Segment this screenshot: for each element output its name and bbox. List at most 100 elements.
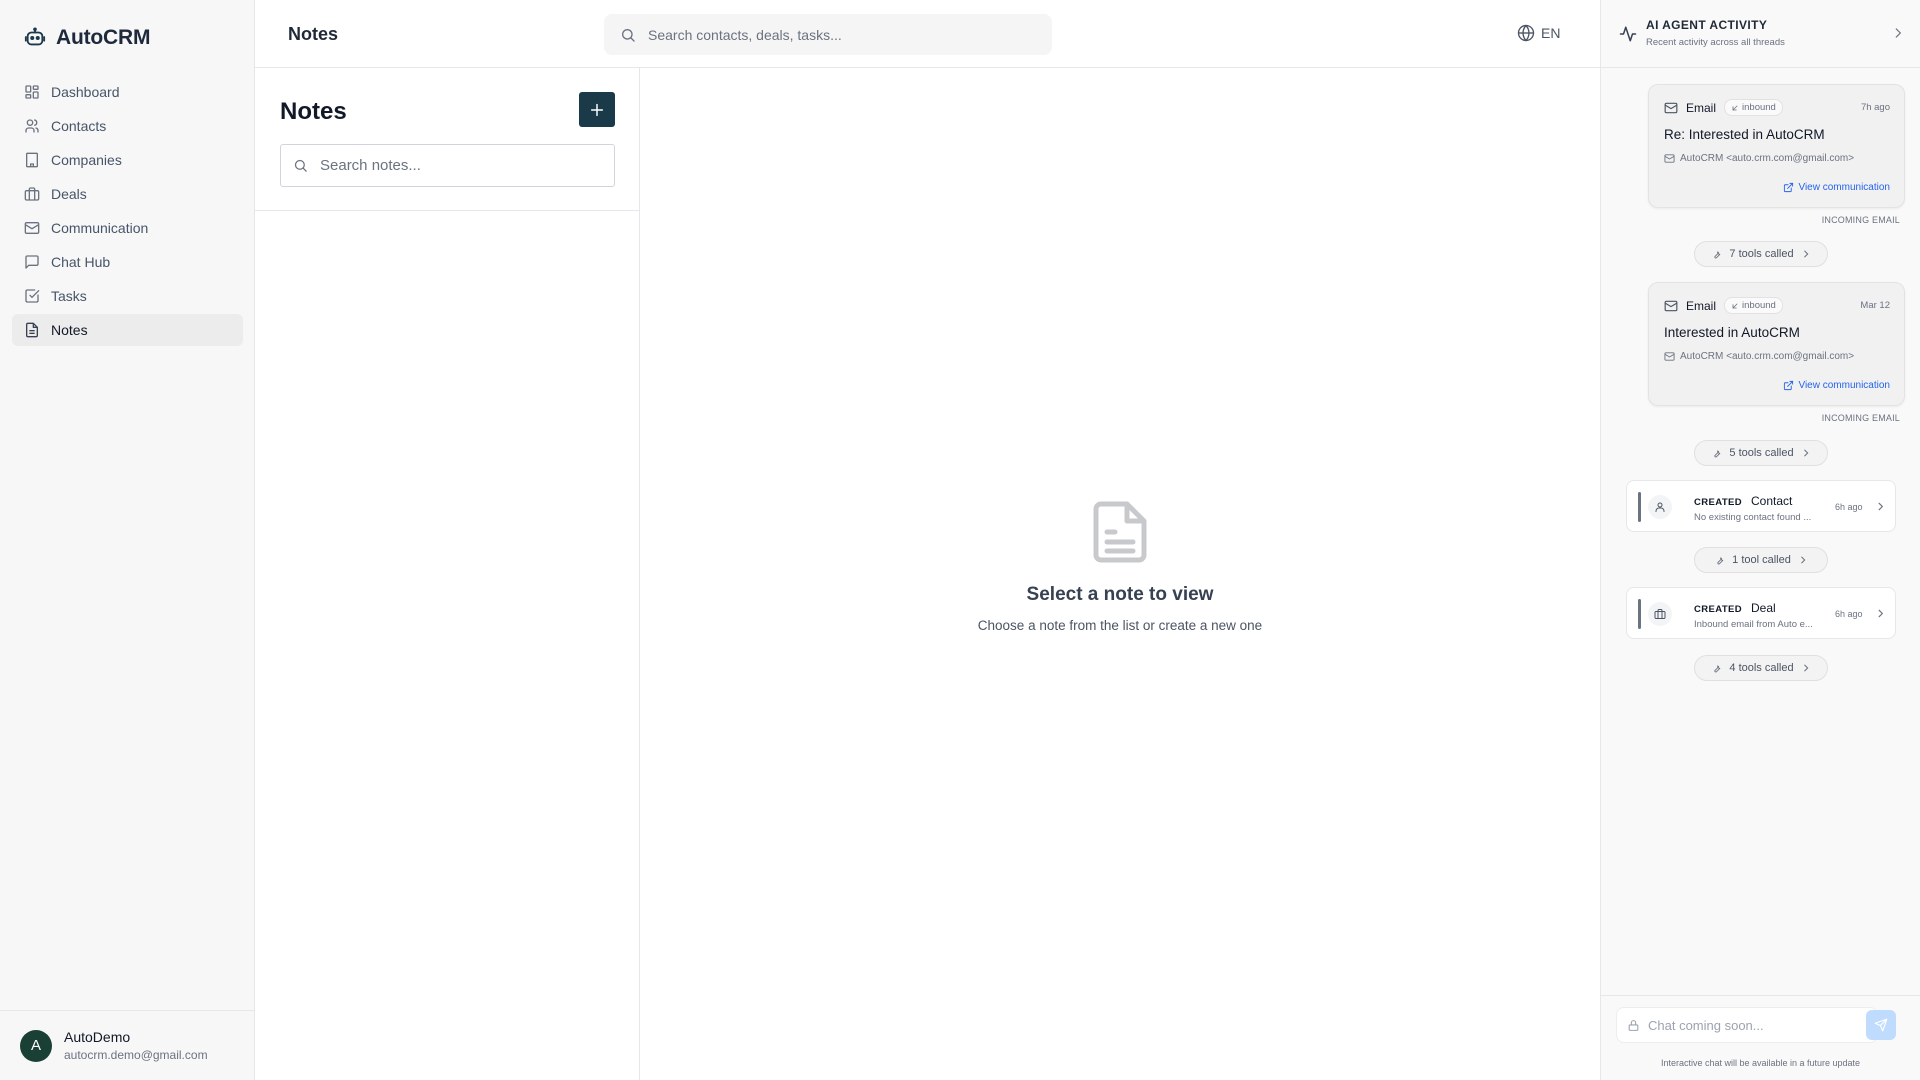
view-communication-label: View communication <box>1798 380 1890 391</box>
wrench-icon <box>1711 448 1722 459</box>
direction-badge: inbound <box>1724 99 1783 116</box>
chevron-right-icon[interactable] <box>1891 26 1905 40</box>
communication-subject: Re: Interested in AutoCRM <box>1664 127 1825 142</box>
send-icon <box>1874 1018 1888 1032</box>
chat-area: Interactive chat will be available in a … <box>1601 995 1920 1080</box>
avatar: A <box>20 1029 52 1062</box>
tools-called-label: 7 tools called <box>1729 248 1794 260</box>
chevron-right-icon <box>1875 608 1886 619</box>
activity-card-contact[interactable]: CREATED Contact No existing contact foun… <box>1626 480 1896 532</box>
global-search[interactable] <box>604 14 1052 55</box>
communication-time: 7h ago <box>1860 102 1890 113</box>
app-name: AutoCRM <box>56 26 151 49</box>
activity-time: 6h ago <box>1835 609 1863 619</box>
wrench-icon <box>1711 663 1722 674</box>
sidebar-item-deals[interactable]: Deals <box>12 178 243 210</box>
tools-called-label: 4 tools called <box>1729 662 1794 674</box>
chat-icon <box>24 254 40 270</box>
view-communication-link[interactable]: View communication <box>1783 380 1890 391</box>
communication-sender: AutoCRM <auto.crm.com@gmail.com> <box>1664 153 1854 164</box>
direction-label: inbound <box>1742 102 1776 113</box>
empty-state-title: Select a note to view <box>1026 584 1214 605</box>
tools-called-pill[interactable]: 4 tools called <box>1694 655 1828 681</box>
mail-icon <box>1664 153 1675 164</box>
sidebar-item-label: Chat Hub <box>51 254 111 270</box>
arrow-down-left-icon <box>1731 104 1739 112</box>
document-icon <box>1091 500 1149 564</box>
empty-state: Select a note to view Choose a note from… <box>640 500 1600 633</box>
view-communication-label: View communication <box>1798 182 1890 193</box>
communication-sender: AutoCRM <auto.crm.com@gmail.com> <box>1664 351 1854 362</box>
briefcase-icon <box>24 186 40 202</box>
sidebar-item-label: Contacts <box>51 118 107 134</box>
user-profile[interactable]: A AutoDemo autocrm.demo@gmail.com <box>0 1010 254 1080</box>
dashboard-icon <box>24 84 40 100</box>
sidebar-item-contacts[interactable]: Contacts <box>12 110 243 142</box>
sidebar-item-label: Dashboard <box>51 84 120 100</box>
incoming-email-label: INCOMING EMAIL <box>1821 413 1900 423</box>
notes-search[interactable] <box>280 144 615 187</box>
language-switcher[interactable]: EN <box>1517 24 1560 42</box>
communication-card[interactable]: Email inbound Mar 12 Interested in AutoC… <box>1648 282 1905 406</box>
communication-type: Email <box>1686 100 1717 115</box>
user-icon <box>1648 495 1672 519</box>
sidebar-item-chat-hub[interactable]: Chat Hub <box>12 246 243 278</box>
sidebar: AutoCRM Dashboard Contacts Companies Dea… <box>0 0 255 1080</box>
notes-search-input[interactable] <box>320 157 600 174</box>
checkbox-icon <box>24 288 40 304</box>
notes-heading: Notes <box>280 98 347 125</box>
chat-input[interactable] <box>1648 1017 1868 1033</box>
empty-state-subtitle: Choose a note from the list or create a … <box>977 618 1263 633</box>
robot-logo-icon <box>24 27 46 49</box>
wrench-icon <box>1711 249 1722 260</box>
incoming-email-label: INCOMING EMAIL <box>1821 215 1900 225</box>
tools-called-label: 1 tool called <box>1732 554 1791 566</box>
activity-entity: Deal <box>1751 601 1776 615</box>
wrench-icon <box>1714 555 1725 566</box>
notes-list-header: Notes <box>255 68 639 211</box>
communication-time: Mar 12 <box>1860 300 1890 311</box>
note-viewer: Select a note to view Choose a note from… <box>640 68 1600 1080</box>
tools-called-pill[interactable]: 7 tools called <box>1694 241 1828 267</box>
sidebar-item-dashboard[interactable]: Dashboard <box>12 76 243 108</box>
globe-icon <box>1517 24 1535 42</box>
tools-called-pill[interactable]: 5 tools called <box>1694 440 1828 466</box>
sidebar-item-notes[interactable]: Notes <box>12 314 243 346</box>
sidebar-item-label: Companies <box>51 152 122 168</box>
tools-called-label: 5 tools called <box>1729 447 1794 459</box>
direction-badge: inbound <box>1724 297 1783 314</box>
view-communication-link[interactable]: View communication <box>1783 182 1890 193</box>
activity-verb: CREATED <box>1694 604 1743 615</box>
language-label: EN <box>1541 25 1561 41</box>
sidebar-item-communication[interactable]: Communication <box>12 212 243 244</box>
briefcase-icon <box>1648 602 1672 626</box>
chat-availability-note: Interactive chat will be available in a … <box>1660 1058 1861 1068</box>
brand[interactable]: AutoCRM <box>24 26 150 50</box>
chat-input-box[interactable] <box>1616 1007 1878 1043</box>
sidebar-item-label: Tasks <box>51 288 87 304</box>
mail-icon <box>24 220 40 236</box>
sidebar-item-label: Communication <box>51 220 149 236</box>
ai-panel-subtitle: Recent activity across all threads <box>1646 37 1785 48</box>
send-button[interactable] <box>1866 1010 1896 1040</box>
mail-icon <box>1664 101 1678 115</box>
activity-description: No existing contact found ... <box>1694 512 1812 523</box>
activity-verb: CREATED <box>1694 497 1743 508</box>
sidebar-item-companies[interactable]: Companies <box>12 144 243 176</box>
activity-indicator <box>1638 599 1641 629</box>
tools-called-pill[interactable]: 1 tool called <box>1694 547 1828 573</box>
ai-panel-title: AI AGENT ACTIVITY <box>1646 18 1768 32</box>
activity-entity: Contact <box>1751 494 1793 508</box>
chevron-right-icon <box>1801 249 1811 259</box>
global-search-input[interactable] <box>648 26 1028 43</box>
direction-label: inbound <box>1742 300 1776 311</box>
add-note-button[interactable] <box>579 92 615 127</box>
external-link-icon <box>1783 380 1794 391</box>
activity-card-deal[interactable]: CREATED Deal Inbound email from Auto e..… <box>1626 587 1896 639</box>
communication-card[interactable]: Email inbound 7h ago Re: Interested in A… <box>1648 84 1905 208</box>
communication-subject: Interested in AutoCRM <box>1664 325 1800 340</box>
external-link-icon <box>1783 182 1794 193</box>
activity-icon <box>1619 25 1637 43</box>
mail-icon <box>1664 299 1678 313</box>
sidebar-item-tasks[interactable]: Tasks <box>12 280 243 312</box>
